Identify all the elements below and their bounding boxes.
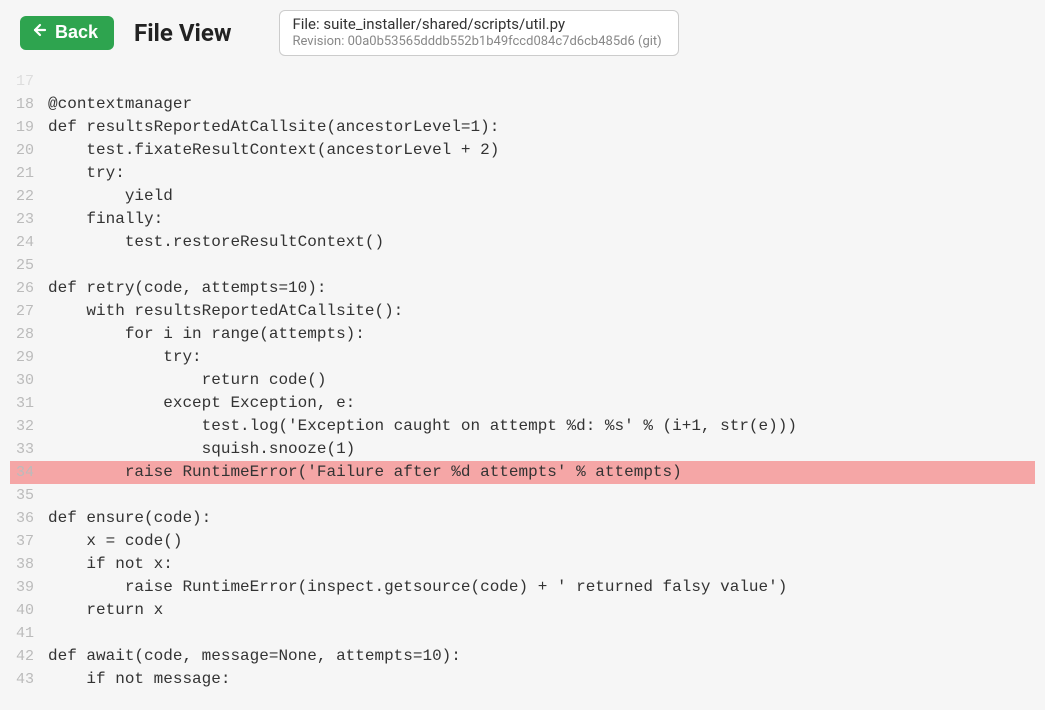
line-number[interactable]: 23 — [10, 208, 48, 231]
code-line: 21 try: — [10, 162, 1035, 185]
line-content: return code() — [48, 369, 1035, 392]
code-line: 26def retry(code, attempts=10): — [10, 277, 1035, 300]
code-line: 25 — [10, 254, 1035, 277]
code-line: 20 test.fixateResultContext(ancestorLeve… — [10, 139, 1035, 162]
line-content: x = code() — [48, 530, 1035, 553]
line-content: def ensure(code): — [48, 507, 1035, 530]
arrow-left-icon — [32, 22, 48, 43]
back-button-label: Back — [55, 22, 98, 43]
line-content: squish.snooze(1) — [48, 438, 1035, 461]
header: Back File View File: suite_installer/sha… — [0, 0, 1045, 70]
code-line: 17 — [10, 70, 1035, 93]
line-number[interactable]: 18 — [10, 93, 48, 116]
line-content — [48, 622, 1035, 645]
code-line: 29 try: — [10, 346, 1035, 369]
line-number[interactable]: 27 — [10, 300, 48, 323]
line-content: yield — [48, 185, 1035, 208]
back-button[interactable]: Back — [20, 16, 114, 50]
line-number[interactable]: 17 — [10, 70, 48, 93]
line-number[interactable]: 28 — [10, 323, 48, 346]
code-line: 34 raise RuntimeError('Failure after %d … — [10, 461, 1035, 484]
line-number[interactable]: 19 — [10, 116, 48, 139]
line-number[interactable]: 21 — [10, 162, 48, 185]
code-line: 33 squish.snooze(1) — [10, 438, 1035, 461]
line-content: raise RuntimeError('Failure after %d att… — [48, 461, 1035, 484]
code-line: 41 — [10, 622, 1035, 645]
line-number[interactable]: 29 — [10, 346, 48, 369]
revision-line: Revision: 00a0b53565dddb552b1b49fccd084c… — [292, 34, 666, 50]
line-content: raise RuntimeError(inspect.getsource(cod… — [48, 576, 1035, 599]
line-number[interactable]: 22 — [10, 185, 48, 208]
line-content: def await(code, message=None, attempts=1… — [48, 645, 1035, 668]
code-line: 38 if not x: — [10, 553, 1035, 576]
line-number[interactable]: 42 — [10, 645, 48, 668]
line-content: return x — [48, 599, 1035, 622]
code-line: 40 return x — [10, 599, 1035, 622]
line-number[interactable]: 32 — [10, 415, 48, 438]
line-content: try: — [48, 162, 1035, 185]
code-line: 32 test.log('Exception caught on attempt… — [10, 415, 1035, 438]
line-content — [48, 70, 1035, 93]
code-line: 39 raise RuntimeError(inspect.getsource(… — [10, 576, 1035, 599]
line-content: @contextmanager — [48, 93, 1035, 116]
line-number[interactable]: 20 — [10, 139, 48, 162]
line-number[interactable]: 37 — [10, 530, 48, 553]
line-number[interactable]: 35 — [10, 484, 48, 507]
line-content — [48, 484, 1035, 507]
line-number[interactable]: 38 — [10, 553, 48, 576]
line-number[interactable]: 39 — [10, 576, 48, 599]
line-number[interactable]: 41 — [10, 622, 48, 645]
code-line: 19def resultsReportedAtCallsite(ancestor… — [10, 116, 1035, 139]
code-line: 31 except Exception, e: — [10, 392, 1035, 415]
code-line: 35 — [10, 484, 1035, 507]
file-label: File: — [292, 15, 323, 33]
line-number[interactable]: 26 — [10, 277, 48, 300]
code-line: 28 for i in range(attempts): — [10, 323, 1035, 346]
file-path-line: File: suite_installer/shared/scripts/uti… — [292, 15, 666, 34]
line-content — [48, 254, 1035, 277]
page-title: File View — [134, 19, 231, 47]
line-number[interactable]: 30 — [10, 369, 48, 392]
line-content: with resultsReportedAtCallsite(): — [48, 300, 1035, 323]
line-content: if not x: — [48, 553, 1035, 576]
code-line: 23 finally: — [10, 208, 1035, 231]
code-line: 27 with resultsReportedAtCallsite(): — [10, 300, 1035, 323]
line-content: def retry(code, attempts=10): — [48, 277, 1035, 300]
line-content: def resultsReportedAtCallsite(ancestorLe… — [48, 116, 1035, 139]
line-content: for i in range(attempts): — [48, 323, 1035, 346]
code-line: 30 return code() — [10, 369, 1035, 392]
code-table: 1718@contextmanager19def resultsReported… — [10, 70, 1035, 691]
line-number[interactable]: 24 — [10, 231, 48, 254]
line-number[interactable]: 25 — [10, 254, 48, 277]
line-number[interactable]: 34 — [10, 461, 48, 484]
line-number[interactable]: 31 — [10, 392, 48, 415]
line-content: if not message: — [48, 668, 1035, 691]
line-content: try: — [48, 346, 1035, 369]
line-content: finally: — [48, 208, 1035, 231]
revision-value: 00a0b53565dddb552b1b49fccd084c7d6cb485d6… — [348, 34, 662, 49]
line-content: test.log('Exception caught on attempt %d… — [48, 415, 1035, 438]
line-content: except Exception, e: — [48, 392, 1035, 415]
line-number[interactable]: 40 — [10, 599, 48, 622]
line-number[interactable]: 33 — [10, 438, 48, 461]
line-content: test.fixateResultContext(ancestorLevel +… — [48, 139, 1035, 162]
code-line: 37 x = code() — [10, 530, 1035, 553]
file-path: suite_installer/shared/scripts/util.py — [323, 15, 565, 33]
code-line: 24 test.restoreResultContext() — [10, 231, 1035, 254]
line-number[interactable]: 43 — [10, 668, 48, 691]
file-info-box: File: suite_installer/shared/scripts/uti… — [279, 10, 679, 56]
code-line: 42def await(code, message=None, attempts… — [10, 645, 1035, 668]
code-line: 22 yield — [10, 185, 1035, 208]
code-line: 36def ensure(code): — [10, 507, 1035, 530]
code-viewer[interactable]: 1718@contextmanager19def resultsReported… — [0, 70, 1045, 710]
line-number[interactable]: 36 — [10, 507, 48, 530]
code-line: 18@contextmanager — [10, 93, 1035, 116]
revision-label: Revision: — [292, 34, 347, 49]
line-content: test.restoreResultContext() — [48, 231, 1035, 254]
code-line: 43 if not message: — [10, 668, 1035, 691]
